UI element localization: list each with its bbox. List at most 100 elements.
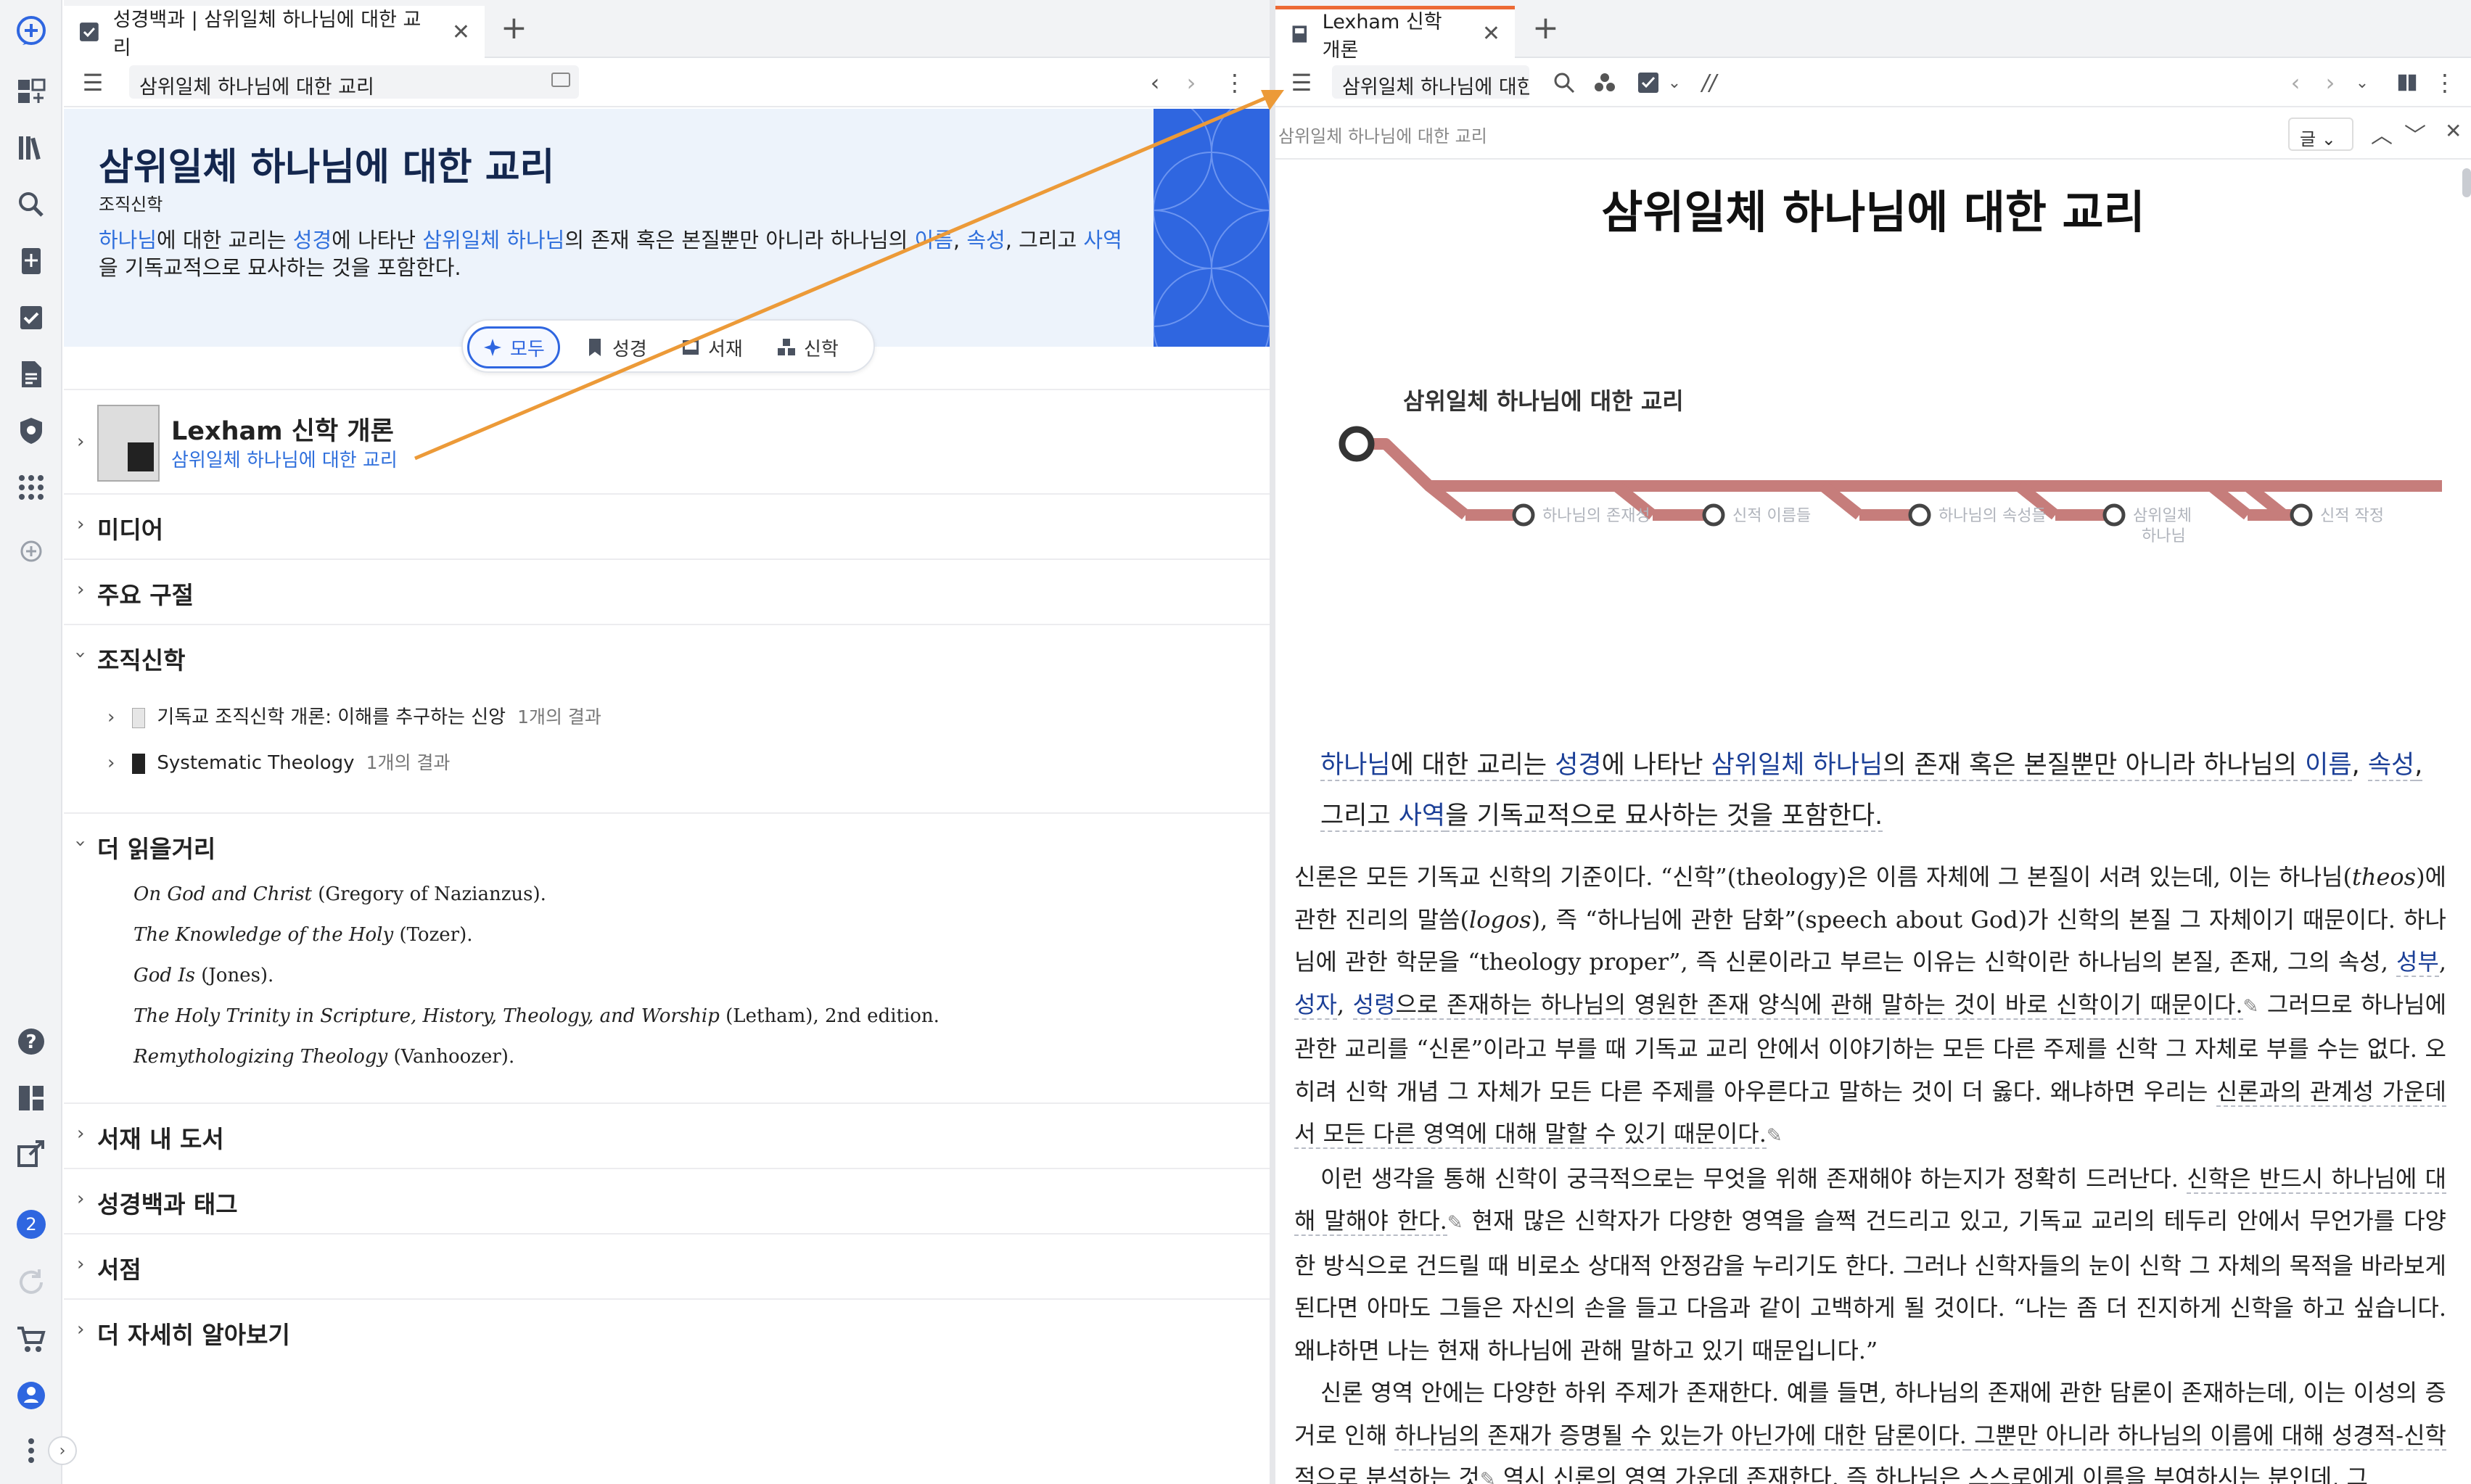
filter-bible-button[interactable]: 성경: [572, 326, 660, 368]
library-icon[interactable]: [14, 131, 49, 165]
section-in-library[interactable]: › 서재 내 도서: [64, 1102, 1270, 1168]
more-options-icon[interactable]: [14, 1433, 49, 1468]
logos-home-icon[interactable]: [14, 13, 49, 48]
link-spirit[interactable]: 성령: [1352, 990, 1396, 1020]
panel-divider[interactable]: [1270, 0, 1275, 1484]
link-son[interactable]: 성자: [1294, 990, 1337, 1020]
back-arrow-icon[interactable]: ‹: [1140, 68, 1169, 97]
history-dropdown-icon[interactable]: ⌄: [2348, 68, 2377, 97]
link-god[interactable]: 하나님: [1320, 751, 1391, 781]
link-attributes[interactable]: 속성: [966, 228, 1005, 252]
section-title[interactable]: 더 읽을거리: [97, 830, 215, 865]
timeline-node-label[interactable]: 신적 이름들: [1732, 507, 1811, 525]
link-bible[interactable]: 성경: [293, 228, 332, 252]
chevron-right-icon[interactable]: ›: [77, 579, 84, 601]
new-tab-button[interactable]: +: [1532, 10, 1559, 46]
section-store[interactable]: › 서점: [64, 1233, 1270, 1298]
sync-icon[interactable]: [14, 1265, 49, 1300]
back-arrow-icon[interactable]: ‹: [2281, 68, 2310, 97]
list-item[interactable]: › Systematic Theology 1개의 결과: [107, 749, 450, 775]
link-god[interactable]: 하나님: [99, 228, 157, 252]
dashboard-icon[interactable]: [14, 74, 49, 109]
menu-icon[interactable]: ☰: [1287, 68, 1316, 97]
section-key-passages[interactable]: › 주요 구절: [64, 558, 1270, 624]
more-menu-icon[interactable]: ⋮: [1220, 68, 1249, 97]
chevron-right-icon[interactable]: ›: [77, 1253, 84, 1275]
link-bible[interactable]: 성경: [1555, 751, 1602, 781]
new-tab-button[interactable]: +: [501, 10, 527, 46]
address-field[interactable]: 삼위일체 하나님에 대한 교리: [129, 65, 579, 99]
account-icon[interactable]: [14, 1378, 49, 1413]
section-title[interactable]: 조직신학: [97, 641, 185, 676]
chevron-right-icon[interactable]: ›: [77, 1319, 84, 1340]
highlighted-text[interactable]: 으로 존재하는 하나님의 영원한 존재 양식에 관해 말하는 것이 바로 신학이…: [1395, 990, 2243, 1020]
copy-export-icon[interactable]: [14, 1136, 49, 1171]
close-icon[interactable]: ✕: [2445, 119, 2462, 143]
chevron-down-icon[interactable]: ⌄: [1660, 68, 1689, 97]
timeline-node[interactable]: [1908, 503, 1931, 527]
link-trinity[interactable]: 삼위일체 하나님: [422, 228, 564, 252]
timeline-node-label[interactable]: 신적 작정: [2320, 507, 2384, 525]
close-icon[interactable]: ✕: [1482, 21, 1500, 46]
add-document-icon[interactable]: [14, 244, 49, 279]
filter-all-button[interactable]: 모두: [467, 326, 560, 368]
chevron-up-icon[interactable]: ︿: [2371, 118, 2393, 149]
help-icon[interactable]: ?: [14, 1024, 49, 1059]
chevron-down-icon[interactable]: ﹀: [2404, 118, 2426, 149]
chevron-right-icon[interactable]: ›: [107, 752, 115, 774]
timeline-root-node[interactable]: [1339, 426, 1375, 462]
keyboard-icon[interactable]: [551, 73, 570, 87]
highlighted-text[interactable]: 스스로에게 이름을 부여하시는 분인데, 그: [1968, 1464, 2368, 1484]
forward-arrow-icon[interactable]: ›: [1177, 68, 1206, 97]
find-scope-select[interactable]: 글 ⌄: [2288, 118, 2353, 151]
notes-icon[interactable]: [14, 357, 49, 392]
search-icon[interactable]: [1550, 68, 1579, 97]
more-menu-icon[interactable]: ⋮: [2430, 68, 2459, 97]
list-item[interactable]: › 기독교 조직신학 개론: 이해를 추구하는 신앙 1개의 결과: [107, 702, 601, 729]
link-trinity[interactable]: 삼위일체 하나님: [1711, 751, 1883, 781]
chevron-down-icon[interactable]: ›: [70, 651, 91, 659]
featured-resource-row[interactable]: › Lexham 신학 개론 삼위일체 하나님에 대한 교리: [64, 389, 1270, 493]
chevron-right-icon[interactable]: ›: [107, 706, 115, 728]
featured-article-link[interactable]: 삼위일체 하나님에 대한 교리: [171, 445, 398, 472]
timeline-node[interactable]: [1512, 503, 1535, 527]
link-names[interactable]: 이름: [2305, 751, 2352, 781]
parallel-resources-button[interactable]: //: [1695, 68, 1724, 97]
forward-arrow-icon[interactable]: ›: [2316, 68, 2345, 97]
chevron-right-icon[interactable]: ›: [77, 431, 84, 453]
chevron-down-icon[interactable]: ›: [70, 840, 91, 847]
cart-icon[interactable]: [14, 1322, 49, 1356]
highlighted-text[interactable]: 하나님의 존재가 증명될 수 있는가 아닌가에 대한 담론이다.: [1394, 1421, 1967, 1451]
filter-library-button[interactable]: 서재: [667, 326, 756, 368]
note-pencil-icon[interactable]: ✎: [1767, 1125, 1783, 1147]
close-icon[interactable]: ✕: [452, 20, 470, 45]
link-works[interactable]: 사역: [1083, 228, 1122, 252]
visual-filter-icon[interactable]: [1590, 68, 1619, 97]
filter-theology-button[interactable]: 신학: [763, 326, 852, 368]
search-icon[interactable]: [14, 187, 49, 222]
link-works[interactable]: 사역: [1398, 801, 1446, 832]
apps-grid-icon[interactable]: [14, 470, 49, 505]
section-media[interactable]: › 미디어: [64, 493, 1270, 558]
tab-factbook[interactable]: 성경백과 | 삼위일체 하나님에 대한 교리 ✕: [64, 6, 485, 59]
notifications-badge[interactable]: 2: [14, 1207, 49, 1242]
split-view-icon[interactable]: [2393, 68, 2422, 97]
shield-icon[interactable]: [14, 413, 49, 448]
chevron-right-icon[interactable]: ›: [77, 514, 84, 535]
link-names[interactable]: 이름: [915, 228, 953, 252]
checklist-icon[interactable]: [1634, 68, 1663, 97]
timeline-node[interactable]: [2102, 503, 2126, 527]
timeline-node[interactable]: [2290, 503, 2313, 527]
add-shortcut-icon[interactable]: [14, 534, 49, 569]
note-pencil-icon[interactable]: ✎: [2243, 996, 2259, 1018]
layouts-icon[interactable]: [14, 1081, 49, 1116]
featured-book-title[interactable]: Lexham 신학 개론: [171, 411, 394, 448]
timeline-node-label[interactable]: 하나님: [2142, 527, 2186, 545]
link-attributes[interactable]: 속성: [2367, 751, 2415, 781]
timeline-node-label[interactable]: 하나님의 존재성: [1542, 507, 1650, 525]
section-factbook-tags[interactable]: › 성경백과 태그: [64, 1168, 1270, 1233]
timeline-node-label[interactable]: 삼위일체: [2133, 507, 2192, 525]
reference-field[interactable]: 삼위일체 하나님에 대한: [1332, 65, 1529, 99]
tasks-icon[interactable]: [14, 300, 49, 335]
note-pencil-icon[interactable]: ✎: [1447, 1212, 1463, 1234]
